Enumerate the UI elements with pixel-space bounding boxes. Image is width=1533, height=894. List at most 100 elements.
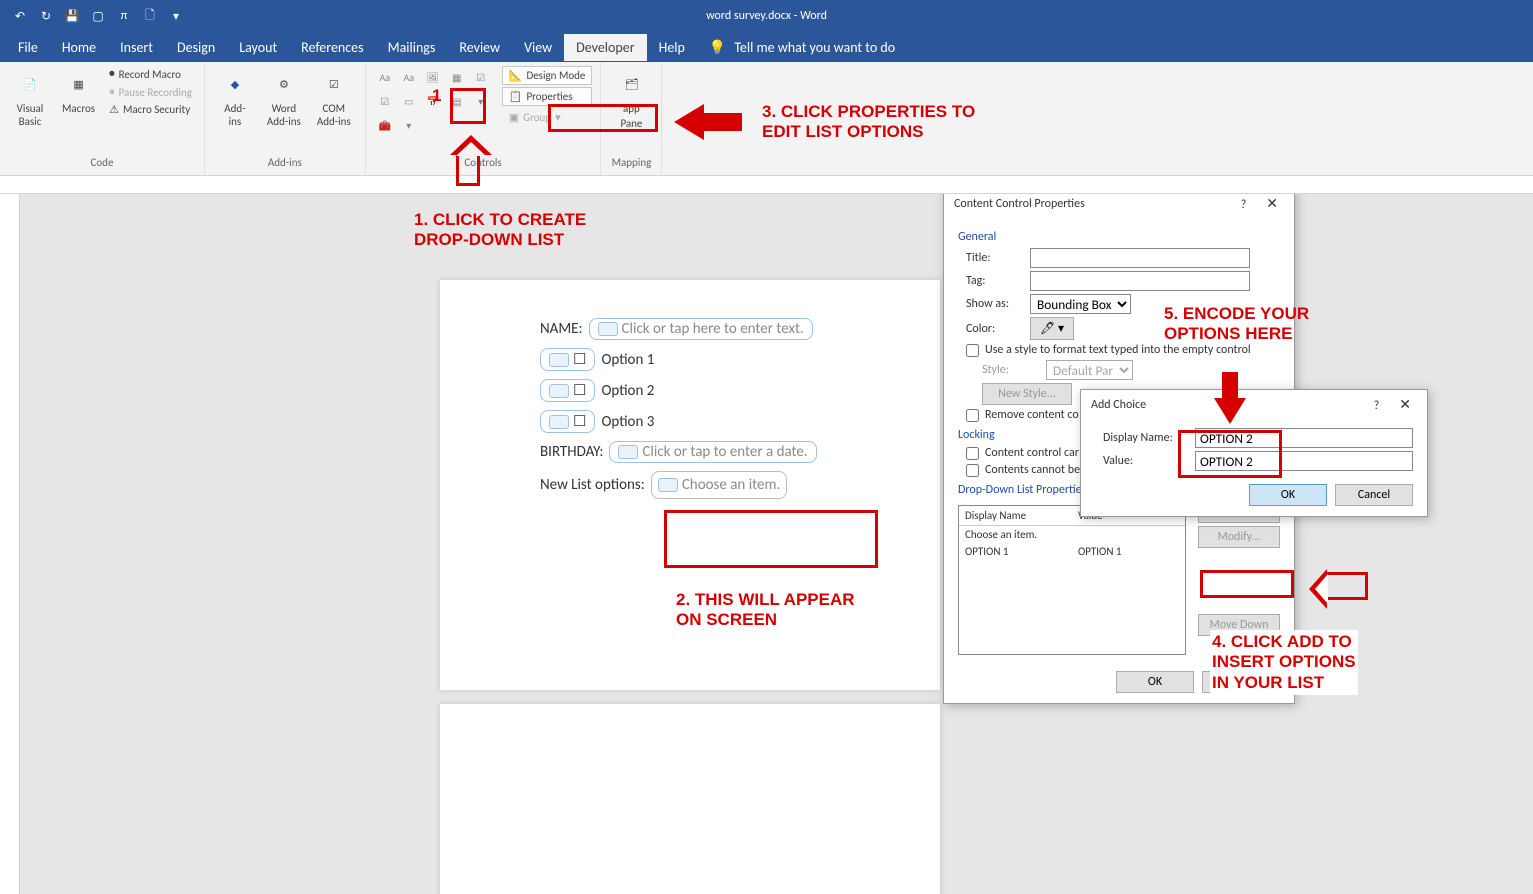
- newlist-dropdown-control[interactable]: Choose an item.: [651, 471, 787, 499]
- pause-recording-button[interactable]: ⏸Pause Recording: [105, 84, 196, 100]
- tab-layout[interactable]: Layout: [227, 34, 289, 61]
- display-name-input[interactable]: [1195, 428, 1413, 448]
- plaintext-control-icon[interactable]: Aa: [398, 66, 420, 88]
- repeating-control-icon[interactable]: ▤: [446, 90, 468, 112]
- add-choice-title: Add Choice: [1091, 398, 1146, 412]
- dialog-help-button[interactable]: ?: [1241, 198, 1247, 212]
- visual-basic-button[interactable]: 📄Visual Basic: [8, 66, 52, 130]
- dropdown-list-box[interactable]: Display NameValue Choose an item. OPTION…: [958, 505, 1186, 655]
- dropdown-control-icon[interactable]: ▭: [398, 90, 420, 112]
- add-choice-close-button[interactable]: ✕: [1393, 396, 1417, 413]
- name-content-control[interactable]: Click or tap here to enter text.: [589, 318, 813, 340]
- tell-me-label: Tell me what you want to do: [734, 39, 895, 56]
- redo-icon[interactable]: ↻: [36, 6, 56, 26]
- buildingblock-control-icon[interactable]: ▦: [446, 66, 468, 88]
- equation-icon[interactable]: π: [114, 6, 134, 26]
- legacy-tools-drop-icon[interactable]: ▾: [398, 114, 420, 136]
- birthday-content-control[interactable]: Click or tap to enter a date.: [609, 441, 816, 463]
- macro-security-button[interactable]: ⚠Macro Security: [105, 102, 196, 117]
- showas-select[interactable]: Bounding Box: [1030, 294, 1131, 314]
- display-name-label: Display Name:: [1103, 431, 1187, 445]
- group-label-code: Code: [91, 154, 114, 171]
- annotation-1-arrow: [456, 152, 480, 186]
- tab-insert[interactable]: Insert: [108, 34, 165, 61]
- add-choice-dialog: Add Choice ? ✕ Display Name: Value: OK Ca…: [1080, 389, 1428, 517]
- color-picker-button[interactable]: 🖊 ▾: [1030, 317, 1074, 340]
- macros-icon: ▦: [63, 68, 95, 100]
- dialog-close-button[interactable]: ✕: [1260, 195, 1284, 212]
- combobox-control-icon[interactable]: ☑: [374, 90, 396, 112]
- newdoc-icon[interactable]: 🗋: [140, 6, 160, 26]
- value-input[interactable]: [1195, 451, 1413, 471]
- lock-delete-checkbox[interactable]: [966, 447, 979, 460]
- tab-review[interactable]: Review: [447, 34, 512, 61]
- document-page-2[interactable]: [440, 704, 940, 894]
- value-label: Value:: [1103, 454, 1187, 468]
- horizontal-ruler[interactable]: [0, 176, 1533, 194]
- lock-edit-checkbox[interactable]: [966, 464, 979, 477]
- dialog-title: Content Control Properties: [954, 197, 1085, 211]
- addins-button[interactable]: ◆Add- ins: [213, 66, 257, 130]
- tag-label: Tag:: [966, 274, 1022, 288]
- richtext-control-icon[interactable]: Aa: [374, 66, 396, 88]
- option2-checkbox[interactable]: ☐: [540, 379, 595, 402]
- properties-button[interactable]: 📋Properties: [502, 87, 593, 106]
- list-row-placeholder[interactable]: Choose an item.: [959, 526, 1185, 543]
- quickparts-icon[interactable]: ▢: [88, 6, 108, 26]
- design-mode-button[interactable]: 📐Design Mode: [502, 66, 593, 85]
- showas-label: Show as:: [966, 297, 1022, 311]
- tell-me-search[interactable]: 💡 Tell me what you want to do: [709, 39, 895, 56]
- macros-button[interactable]: ▦Macros: [56, 66, 101, 117]
- group-button[interactable]: ▣Group ▾: [502, 108, 593, 127]
- ccprops-ok-button[interactable]: OK: [1116, 671, 1194, 693]
- date-control-icon[interactable]: 📅: [422, 90, 444, 112]
- group-label-mapping: Mapping: [612, 154, 652, 171]
- remove-label: Remove content co: [985, 408, 1079, 422]
- name-label: NAME:: [540, 320, 583, 338]
- record-macro-button[interactable]: ⏺Record Macro: [105, 66, 196, 82]
- design-mode-icon: 📐: [509, 69, 523, 82]
- qat-more-icon[interactable]: ▾: [166, 6, 186, 26]
- tab-file[interactable]: File: [6, 34, 50, 61]
- list-row-option1[interactable]: OPTION 1OPTION 1: [959, 543, 1185, 560]
- mapping-icon: 🗂: [615, 68, 647, 100]
- title-input[interactable]: [1030, 248, 1250, 268]
- option1-row: ☐Option 1: [540, 348, 920, 371]
- document-page[interactable]: NAME: Click or tap here to enter text. ☐…: [440, 280, 940, 690]
- save-icon[interactable]: 💾: [62, 6, 82, 26]
- annotation-3-arrow: [674, 104, 704, 140]
- window-title: word survey.docx - Word: [706, 9, 827, 23]
- add-choice-ok-button[interactable]: OK: [1249, 484, 1327, 506]
- tab-references[interactable]: References: [289, 34, 375, 61]
- tab-home[interactable]: Home: [50, 34, 108, 61]
- undo-icon[interactable]: ↶: [10, 6, 30, 26]
- com-addins-icon: ☑: [318, 68, 350, 100]
- annotation-5-arrow: [1214, 398, 1246, 424]
- legacy-control-icon[interactable]: ▾: [470, 90, 492, 112]
- word-addins-button[interactable]: ⚙Word Add-ins: [261, 66, 307, 130]
- vertical-ruler[interactable]: [0, 194, 20, 894]
- name-row: NAME: Click or tap here to enter text.: [540, 318, 920, 340]
- tab-view[interactable]: View: [512, 34, 564, 61]
- remove-checkbox[interactable]: [966, 409, 979, 422]
- tab-design[interactable]: Design: [165, 34, 227, 61]
- add-choice-help-button[interactable]: ?: [1374, 399, 1380, 413]
- option3-checkbox[interactable]: ☐: [540, 410, 595, 433]
- option1-checkbox[interactable]: ☐: [540, 348, 595, 371]
- tab-mailings[interactable]: Mailings: [376, 34, 448, 61]
- tab-developer[interactable]: Developer: [564, 34, 646, 61]
- quick-access-toolbar: ↶ ↻ 💾 ▢ π 🗋 ▾: [0, 6, 196, 26]
- visual-basic-icon: 📄: [14, 68, 46, 100]
- picture-control-icon[interactable]: 🖼: [422, 66, 444, 88]
- modify-button: Modify...: [1198, 526, 1280, 548]
- ccprops-cancel-button[interactable]: Cancel: [1202, 671, 1280, 693]
- checkbox-control-icon[interactable]: ☑: [470, 66, 492, 88]
- legacy-tools-icon[interactable]: 🧰: [374, 114, 396, 136]
- com-addins-button[interactable]: ☑COM Add-ins: [311, 66, 357, 130]
- tab-help[interactable]: Help: [647, 34, 697, 61]
- newlist-row: New List options: Choose an item.: [540, 471, 920, 499]
- use-style-checkbox[interactable]: [966, 344, 979, 357]
- tag-input[interactable]: [1030, 271, 1250, 291]
- add-choice-cancel-button[interactable]: Cancel: [1335, 484, 1413, 506]
- xml-mapping-button[interactable]: 🗂appPane: [609, 66, 653, 132]
